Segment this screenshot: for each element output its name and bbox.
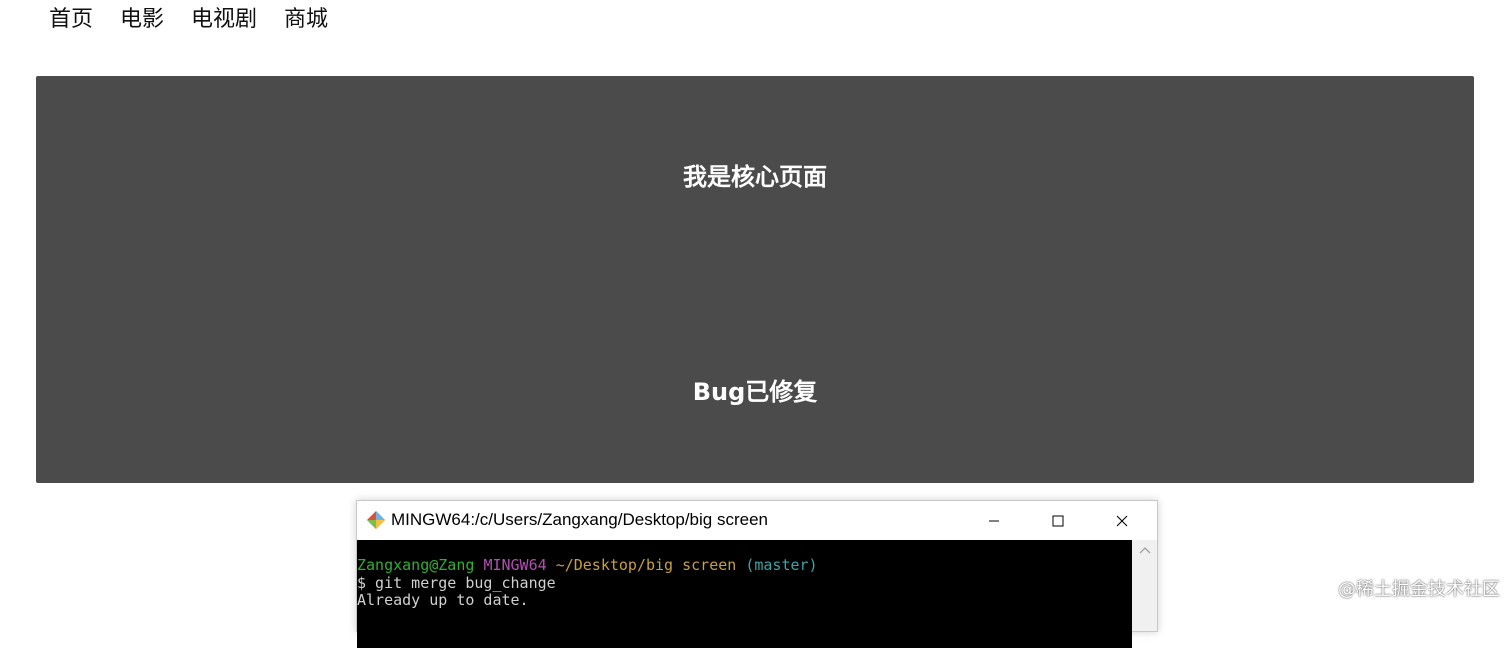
core-panel: 我是核心页面 Bug已修复 [36,76,1474,483]
core-page-title: 我是核心页面 [683,163,827,191]
terminal-window[interactable]: MINGW64:/c/Users/Zangxang/Desktop/big sc… [356,500,1158,648]
terminal-title: MINGW64:/c/Users/Zangxang/Desktop/big sc… [391,510,768,529]
nav-item-home[interactable]: 首页 [49,4,93,36]
terminal-output[interactable]: Zangxang@Zang MINGW64 ~/Desktop/big scre… [357,540,1132,648]
close-icon [1116,515,1128,526]
minimize-icon [989,520,999,521]
terminal-output-line: Already up to date. [357,591,529,609]
close-button[interactable] [1091,501,1153,540]
nav-item-mall[interactable]: 商城 [284,4,328,36]
terminal-prompt-line: Zangxang@Zang MINGW64 ~/Desktop/big scre… [357,556,1132,575]
maximize-icon [1052,515,1064,526]
terminal-command-line: $ git merge bug_change [357,573,556,592]
maximize-button[interactable] [1027,501,1089,540]
prompt-user: Zangxang@Zang [357,556,475,574]
prompt-branch: (master) [745,556,818,574]
git-bash-icon [367,511,385,529]
top-nav: 首页 电影 电视剧 商城 [49,4,328,36]
terminal-titlebar[interactable]: MINGW64:/c/Users/Zangxang/Desktop/big sc… [357,501,1157,540]
terminal-scrollbar[interactable] [1132,540,1157,631]
chevron-up-icon [1139,547,1150,554]
nav-item-tv-series[interactable]: 电视剧 [191,4,257,36]
prompt-path: ~/Desktop/big screen [555,556,737,574]
nav-item-movies[interactable]: 电影 [120,4,164,36]
scroll-up-button[interactable] [1132,540,1157,560]
bug-fixed-text: Bug已修复 [692,378,818,406]
prompt-system: MINGW64 [483,556,547,574]
minimize-button[interactable] [963,501,1025,540]
watermark: @稀土掘金技术社区 [1338,579,1500,600]
